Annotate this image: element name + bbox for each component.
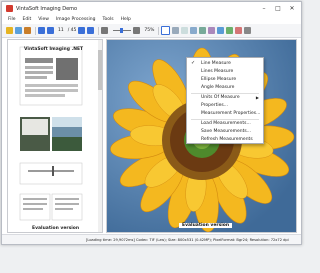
thumbnail-caption: Evaluation version — [32, 226, 80, 231]
menu-item-measurement-properties[interactable]: Measurement Properties... — [201, 111, 260, 116]
menu-help[interactable]: Help — [121, 17, 131, 22]
previous-page-icon[interactable] — [47, 27, 54, 34]
thumbnail-3-image — [19, 162, 83, 185]
menu-item-lines-measure[interactable]: Lines Measure — [201, 69, 233, 74]
annotation-icon[interactable] — [217, 27, 225, 34]
toolbar-separator — [35, 26, 36, 35]
close-button[interactable]: ✕ — [285, 5, 299, 12]
save-icon[interactable] — [15, 27, 22, 34]
menu-tools[interactable]: Tools — [103, 17, 114, 22]
check-icon: ✓ — [191, 60, 196, 66]
menu-bar: File Edit View Image Processing Tools He… — [2, 15, 301, 24]
thumbnail-2[interactable] — [18, 115, 84, 153]
print-icon[interactable] — [235, 27, 243, 34]
image-icon[interactable] — [226, 27, 234, 34]
toolbar-separator — [158, 26, 160, 35]
menu-item-angle-measure[interactable]: Angle Measure — [201, 85, 234, 90]
menu-view[interactable]: View — [38, 17, 49, 22]
submenu-arrow-icon: ▶ — [255, 95, 259, 100]
thumbnail-caption: VintaSoft Imaging .NET — [24, 47, 84, 52]
thumbnail-4-image — [19, 193, 83, 221]
menu-image-processing[interactable]: Image Processing — [56, 17, 96, 22]
window-controls: – □ ✕ — [257, 2, 299, 15]
menu-separator — [191, 93, 259, 94]
zoom-track[interactable] — [113, 28, 132, 33]
menu-file[interactable]: File — [8, 17, 16, 22]
menu-item-units-of-measure[interactable]: Units Of Measure — [201, 95, 240, 100]
magnifier-icon[interactable] — [190, 27, 198, 34]
zoom-out-icon[interactable] — [101, 27, 109, 34]
evaluation-banner: Evaluation version — [179, 223, 233, 228]
zoom-level[interactable]: 75% — [144, 28, 154, 33]
next-page-icon[interactable] — [78, 27, 86, 34]
thumbnail-1[interactable]: VintaSoft Imaging .NET — [18, 44, 84, 108]
first-page-icon[interactable] — [38, 27, 45, 34]
menu-item-line-measure[interactable]: Line Measure — [201, 61, 231, 66]
zoom-in-icon[interactable] — [133, 27, 141, 34]
window-title: VintaSoft Imaging Demo — [16, 5, 78, 12]
page-number-input[interactable]: 11 — [58, 28, 64, 33]
settings-icon[interactable] — [244, 27, 252, 34]
maximize-button[interactable]: □ — [271, 5, 285, 12]
menu-item-properties[interactable]: Properties... — [201, 103, 228, 108]
toolbar-separator — [98, 26, 100, 35]
status-bar: [Loading time: 29,9072ms] Codec: TIF (Lz… — [2, 234, 301, 244]
zoom-thumb[interactable] — [120, 28, 124, 33]
last-page-icon[interactable] — [87, 27, 95, 34]
thumbnail-1-image — [19, 46, 83, 106]
title-bar: VintaSoft Imaging Demo – □ ✕ — [2, 2, 301, 15]
page-total: / 45 — [67, 28, 77, 33]
zoom-slider[interactable] — [111, 28, 133, 33]
rectangle-icon[interactable] — [181, 27, 189, 34]
menu-item-ellipse-measure[interactable]: Ellipse Measure — [201, 77, 236, 82]
menu-separator — [191, 119, 259, 120]
status-text: [Loading time: 29,9072ms] Codec: TIF (Lz… — [86, 238, 289, 242]
menu-item-save-measurements[interactable]: Save Measurements... — [201, 129, 251, 134]
measure-dropdown-menu[interactable]: ✓ Line Measure Lines Measure Ellipse Mea… — [186, 57, 264, 144]
toolbar: 11 / 45 75% — [2, 24, 301, 38]
thumbnail-scroll-thumb[interactable] — [98, 50, 102, 90]
thumbnail-2-image — [20, 117, 82, 151]
pan-icon[interactable] — [172, 27, 180, 34]
thumbnail-scrollbar[interactable] — [98, 40, 102, 232]
crop-icon[interactable] — [208, 27, 216, 34]
selection-icon[interactable] — [161, 26, 171, 35]
thumbnail-3[interactable] — [18, 161, 84, 186]
menu-item-load-measurements[interactable]: Load Measurements... — [201, 121, 251, 126]
minimize-button[interactable]: – — [257, 5, 271, 12]
thumbnail-4[interactable] — [18, 192, 84, 222]
thumbnail-panel[interactable]: VintaSoft Imaging .NET Evaluation versio… — [7, 39, 103, 233]
open-folder-icon[interactable] — [6, 27, 13, 34]
measure-tool-icon[interactable] — [199, 27, 207, 34]
app-icon — [6, 5, 13, 12]
scan-icon[interactable] — [24, 27, 31, 34]
menu-edit[interactable]: Edit — [23, 17, 32, 22]
menu-item-refresh-measurements[interactable]: Refresh Measurements — [201, 137, 253, 142]
